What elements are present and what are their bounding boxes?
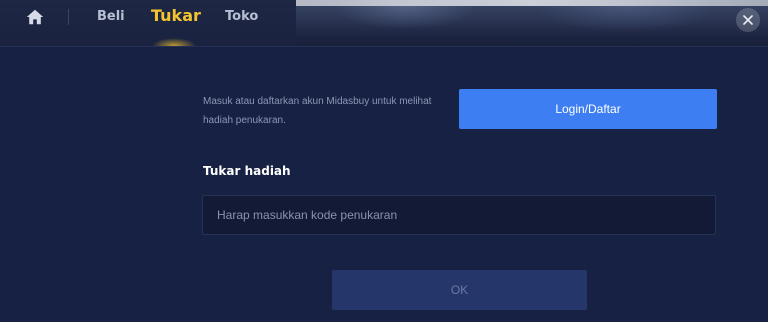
header-banner-image — [296, 0, 768, 46]
active-tab-indicator — [150, 32, 198, 46]
ok-button[interactable]: OK — [332, 270, 587, 310]
tab-tukar-label: Tukar — [151, 6, 201, 25]
tab-beli-label: Beli — [97, 9, 125, 24]
redeem-code-input[interactable] — [202, 195, 716, 235]
login-prompt-text: Masuk atau daftarkan akun Midasbuy untuk… — [203, 96, 432, 126]
top-nav-bar: Beli Tukar Toko — [0, 0, 768, 47]
redeem-page: Beli Tukar Toko Masuk atau daftarkan aku… — [0, 0, 768, 322]
close-button[interactable] — [736, 8, 760, 32]
home-icon[interactable] — [26, 9, 44, 25]
close-icon — [743, 15, 753, 25]
tab-beli[interactable]: Beli — [97, 0, 125, 46]
tab-toko[interactable]: Toko — [225, 0, 258, 46]
login-register-button[interactable]: Login/Daftar — [459, 89, 717, 129]
nav-divider — [68, 9, 69, 25]
tab-toko-label: Toko — [225, 9, 259, 24]
redeem-section-title: Tukar hadiah — [203, 164, 291, 178]
